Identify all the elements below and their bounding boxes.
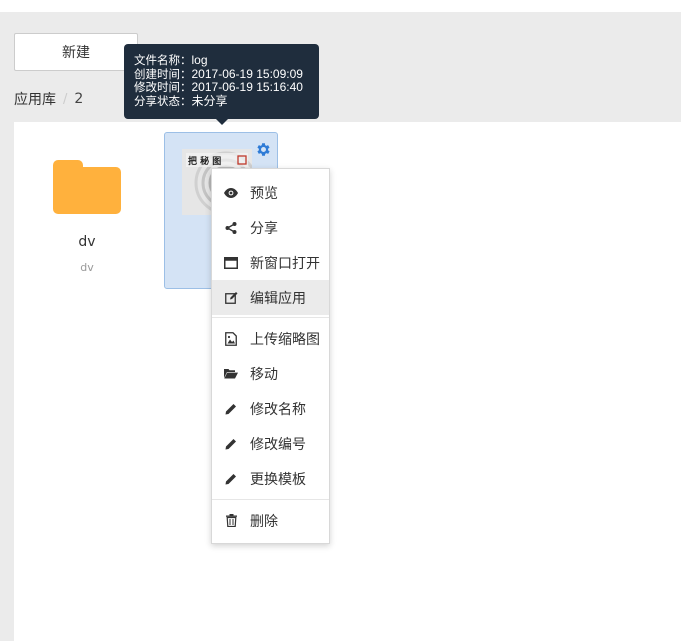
menu-divider bbox=[212, 317, 329, 318]
breadcrumb: 应用库 / 2 bbox=[14, 89, 83, 109]
menu-item-label: 上传缩略图 bbox=[250, 331, 320, 348]
eye-icon bbox=[224, 186, 238, 200]
menu-item-upload-thumbnail[interactable]: 上传缩略图 bbox=[212, 321, 329, 356]
menu-item-label: 更换模板 bbox=[250, 471, 306, 488]
menu-item-change-number[interactable]: 修改编号 bbox=[212, 426, 329, 461]
menu-item-label: 删除 bbox=[250, 513, 278, 530]
menu-item-label: 修改编号 bbox=[250, 436, 306, 453]
breadcrumb-current: 2 bbox=[74, 91, 84, 107]
tooltip-arrow bbox=[216, 119, 228, 125]
image-icon bbox=[224, 331, 238, 346]
menu-item-label: 修改名称 bbox=[250, 401, 306, 418]
menu-item-label: 编辑应用 bbox=[250, 290, 306, 307]
folder-item-dv[interactable]: dv dv bbox=[46, 150, 128, 280]
tooltip-row-name: 文件名称：log bbox=[134, 53, 208, 67]
menu-item-move[interactable]: 移动 bbox=[212, 356, 329, 391]
folder-open-icon bbox=[224, 367, 238, 381]
menu-divider bbox=[212, 499, 329, 500]
file-info-tooltip: 文件名称：log 创建时间：2017-06-19 15:09:09 修改时间：2… bbox=[124, 44, 319, 119]
menu-item-edit-app[interactable]: 编辑应用 bbox=[212, 280, 329, 315]
menu-item-rename[interactable]: 修改名称 bbox=[212, 391, 329, 426]
window-icon bbox=[224, 256, 238, 270]
gear-icon[interactable] bbox=[254, 141, 272, 159]
folder-icon bbox=[53, 160, 121, 216]
folder-subtitle: dv bbox=[80, 261, 94, 274]
context-menu: 预览 分享 新窗口打开 编辑应用 上传缩略图 移动 修改名称 修改编号 更换模板… bbox=[211, 168, 330, 544]
tooltip-row-created: 创建时间：2017-06-19 15:09:09 bbox=[134, 66, 303, 81]
menu-item-share[interactable]: 分享 bbox=[212, 210, 329, 245]
menu-item-label: 预览 bbox=[250, 185, 278, 202]
menu-item-label: 移动 bbox=[250, 366, 278, 383]
breadcrumb-root[interactable]: 应用库 bbox=[14, 89, 56, 109]
menu-item-open-new-window[interactable]: 新窗口打开 bbox=[212, 245, 329, 280]
tooltip-row-share: 分享状态：未分享 bbox=[134, 93, 228, 108]
tooltip-row-modified: 修改时间：2017-06-19 15:16:40 bbox=[134, 80, 303, 94]
pencil-icon bbox=[224, 402, 238, 416]
pencil-icon bbox=[224, 437, 238, 451]
edit-icon bbox=[224, 291, 238, 305]
pencil-icon bbox=[224, 472, 238, 486]
menu-item-delete[interactable]: 删除 bbox=[212, 503, 329, 538]
svg-text:把 秘 图: 把 秘 图 bbox=[188, 155, 221, 167]
share-icon bbox=[224, 221, 238, 235]
menu-item-change-template[interactable]: 更换模板 bbox=[212, 461, 329, 496]
left-strip bbox=[0, 122, 14, 641]
menu-item-label: 分享 bbox=[250, 220, 278, 237]
breadcrumb-separator: / bbox=[63, 91, 68, 107]
top-strip bbox=[0, 0, 681, 12]
menu-item-label: 新窗口打开 bbox=[250, 255, 320, 272]
trash-icon bbox=[224, 514, 238, 528]
menu-item-preview[interactable]: 预览 bbox=[212, 175, 329, 210]
new-button[interactable]: 新建 bbox=[14, 33, 138, 71]
folder-name: dv bbox=[78, 234, 96, 250]
